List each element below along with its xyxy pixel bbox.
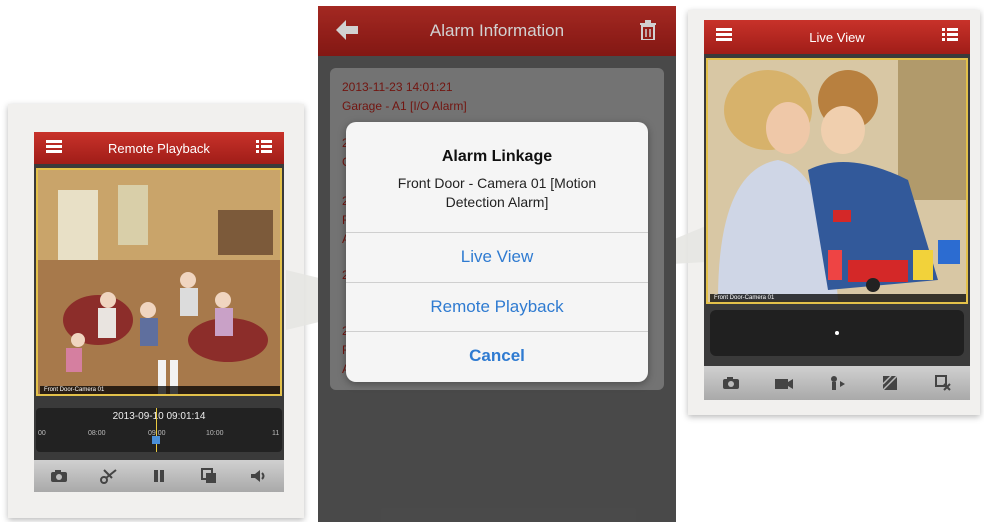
quality-icon[interactable] [880,374,900,392]
timeline-tick: 10:00 [206,430,224,437]
video-record-icon[interactable] [774,374,794,392]
timeline-tick: 11 [272,430,280,437]
list-icon[interactable] [256,140,272,157]
layers-icon[interactable] [199,467,219,485]
playback-timeline[interactable]: 2013-09-10 09:01:14 00 08:00 09:00 10:00… [36,408,282,452]
cancel-button[interactable]: Cancel [346,331,648,379]
live-view-toolbar [704,366,970,400]
scissors-icon[interactable] [99,467,119,485]
speaker-icon[interactable] [249,467,269,485]
living-room-scene-image [38,170,280,394]
alarm-linkage-dialog: Alarm Linkage Front Door - Camera 01 [Mo… [346,122,648,382]
live-view-button[interactable]: Live View [346,232,648,280]
timeline-cursor[interactable] [156,408,157,452]
close-window-icon[interactable] [933,374,953,392]
ptz-icon[interactable] [827,374,847,392]
composite-stage: Remote Playback Front Door-Camera 01 201… [0,0,984,522]
timeline-tick: 08:00 [88,430,106,437]
list-icon[interactable] [942,28,958,45]
live-video[interactable]: Front Door-Camera 01 [706,58,968,304]
ptz-control-pad[interactable] [710,310,964,356]
camera-label: Front Door-Camera 01 [710,294,966,302]
menu-icon[interactable] [46,140,62,154]
playback-toolbar [34,460,284,492]
mother-child-scene-image [708,60,966,302]
pause-icon[interactable] [149,467,169,485]
dialog-message: Front Door - Camera 01 [Motion Detection… [397,175,597,210]
camera-label: Front Door-Camera 01 [40,386,280,394]
timeline-tick: 00 [38,430,46,437]
remote-playback-screen: Remote Playback Front Door-Camera 01 201… [34,132,284,492]
live-view-screen: Live View Front Door-Camera 01 [704,20,970,400]
timeline-date: 2013-09-10 09:01:14 [112,411,206,422]
live-view-title: Live View [809,29,865,45]
camera-icon[interactable] [49,467,69,485]
live-view-header: Live View [704,20,970,54]
remote-playback-title: Remote Playback [108,140,210,156]
page-indicator-dot [835,331,839,335]
camera-icon[interactable] [721,374,741,392]
timeline-cursor-marker[interactable] [152,436,160,444]
remote-playback-button[interactable]: Remote Playback [346,282,648,330]
dialog-title: Alarm Linkage [441,148,553,165]
remote-playback-header: Remote Playback [34,132,284,164]
playback-video[interactable]: Front Door-Camera 01 [36,168,282,396]
menu-icon[interactable] [716,28,732,42]
